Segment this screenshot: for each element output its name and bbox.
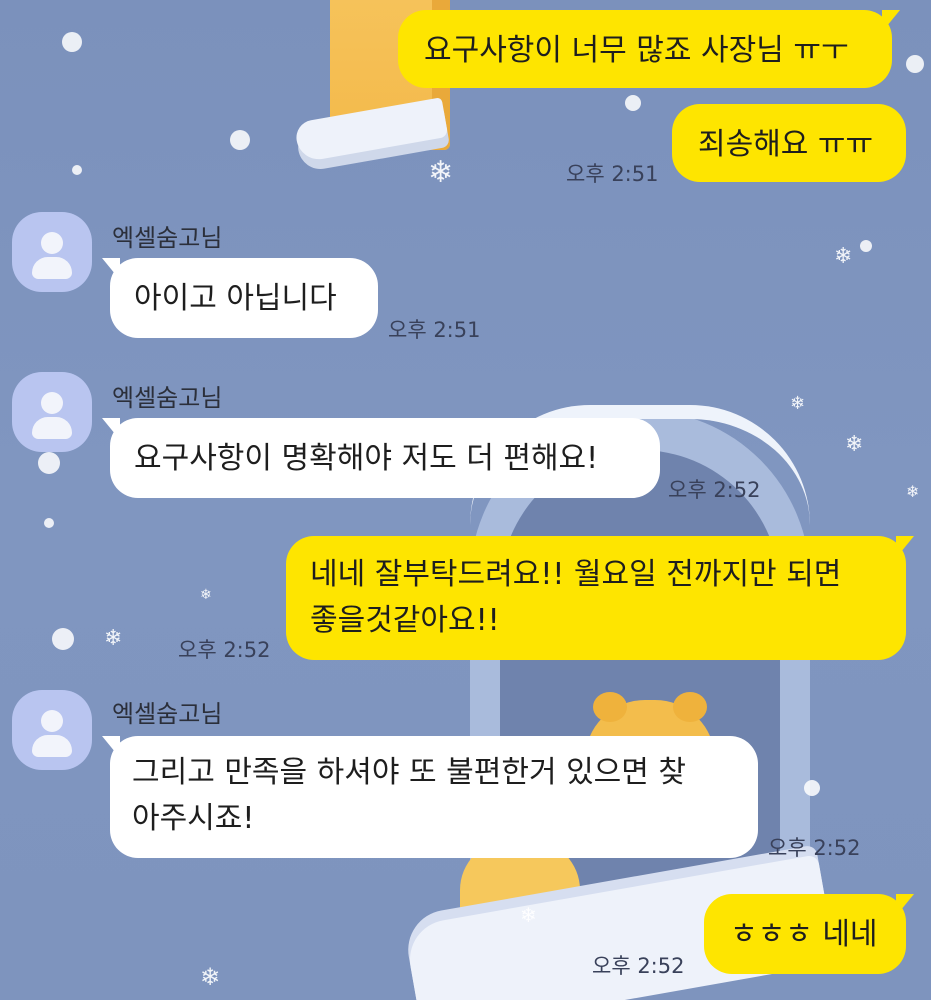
default-profile-icon [41, 392, 63, 414]
bubble-tail [102, 736, 120, 758]
snowflake-icon: ❄ [200, 587, 212, 603]
snowflake-icon: ❄ [104, 626, 123, 651]
message-time: 오후 2:51 [566, 162, 659, 186]
sent-message-bubble[interactable]: 죄송해요 ㅠㅠ [672, 104, 906, 182]
message-text: 죄송해요 ㅠㅠ [698, 127, 874, 162]
sender-name[interactable]: 엑셀숨고님 [112, 694, 222, 729]
default-profile-icon [41, 232, 63, 254]
message-text-line: 좋을것같아요!! [310, 603, 500, 638]
message-text: 아이고 아닙니다 [134, 281, 337, 316]
bubble-tail [102, 258, 120, 280]
default-profile-icon-body [32, 417, 72, 439]
message-text: 요구사항이 너무 많죠 사장님 ㅠㅜ [424, 33, 849, 68]
message-text: 요구사항이 명확해야 저도 더 편해요! [134, 441, 599, 476]
default-profile-icon-body [32, 257, 72, 279]
snow-dot [860, 240, 872, 252]
snow-dot [804, 780, 820, 796]
bear-ear [593, 692, 627, 722]
snowflake-icon: ❄ [790, 393, 806, 414]
snowflake-icon: ❄ [906, 482, 920, 501]
bubble-tail [896, 894, 914, 916]
snowflake-icon: ❄ [834, 244, 853, 269]
default-profile-icon-body [32, 735, 72, 757]
snow-dot [44, 518, 54, 528]
sent-message-bubble[interactable]: 요구사항이 너무 많죠 사장님 ㅠㅜ [398, 10, 900, 88]
sender-avatar[interactable] [12, 690, 92, 770]
sender-name[interactable]: 엑셀숨고님 [112, 218, 222, 253]
message-time: 오후 2:51 [388, 318, 481, 342]
bubble-tail [896, 536, 914, 558]
snow-dot [52, 628, 74, 650]
snowflake-icon: ❄ [428, 155, 454, 190]
sent-message-bubble[interactable]: ㅎㅎㅎ 네네 [704, 894, 914, 974]
message-time: 오후 2:52 [668, 478, 761, 502]
bear-ear [673, 692, 707, 722]
snowflake-icon: ❄ [520, 903, 537, 927]
snowflake-icon: ❄ [845, 432, 864, 457]
sender-avatar[interactable] [12, 212, 92, 292]
message-time: 오후 2:52 [178, 638, 271, 662]
sender-name[interactable]: 엑셀숨고님 [112, 378, 222, 413]
message-time: 오후 2:52 [592, 954, 685, 978]
snow-dot [38, 452, 60, 474]
received-message-bubble[interactable]: 그리고 만족을 하셔야 또 불편한거 있으면 찾 아주시죠! [102, 736, 758, 858]
message-text-line: 네네 잘부탁드려요!! 월요일 전까지만 되면 [310, 557, 842, 592]
message-text-line: 아주시죠! [132, 801, 255, 836]
bubble-tail [882, 10, 900, 32]
snowflake-icon: ❄ [200, 963, 221, 991]
snow-dot [72, 165, 82, 175]
message-text-line: 그리고 만족을 하셔야 또 불편한거 있으면 찾 [132, 755, 687, 790]
message-text: ㅎㅎㅎ 네네 [730, 917, 878, 952]
sent-message-bubble[interactable]: 네네 잘부탁드려요!! 월요일 전까지만 되면 좋을것같아요!! [286, 536, 914, 660]
sender-avatar[interactable] [12, 372, 92, 452]
received-message-bubble[interactable]: 요구사항이 명확해야 저도 더 편해요! [102, 418, 660, 498]
snow-dot [230, 130, 250, 150]
bubble-tail [102, 418, 120, 440]
message-time: 오후 2:52 [768, 836, 861, 860]
snow-dot [906, 55, 924, 73]
received-message-bubble[interactable]: 아이고 아닙니다 [102, 258, 378, 338]
snow-dot [625, 95, 641, 111]
default-profile-icon [41, 710, 63, 732]
snow-dot [62, 32, 82, 52]
